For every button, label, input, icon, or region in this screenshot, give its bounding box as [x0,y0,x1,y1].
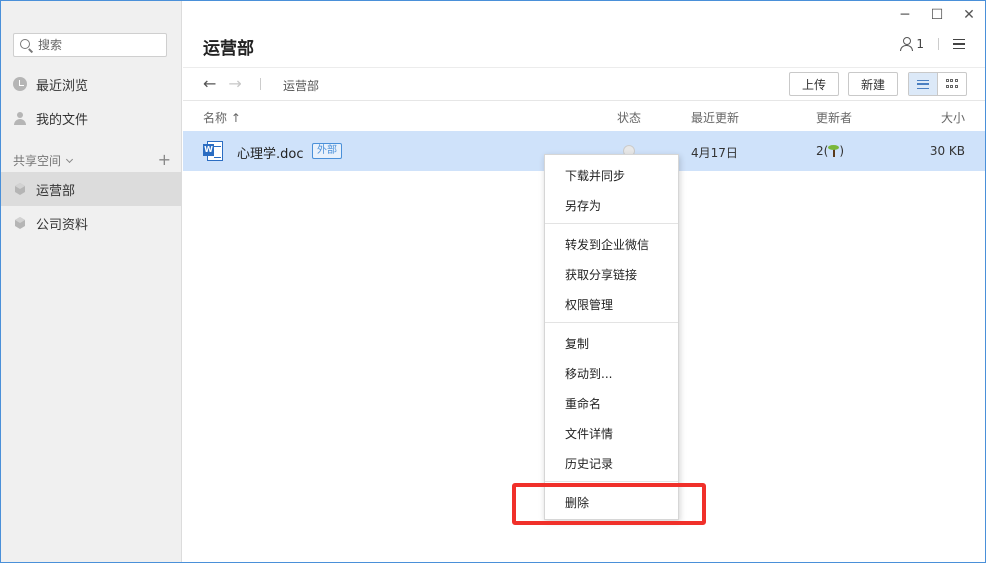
nav-arrows: ← → [203,74,261,93]
cube-icon [13,182,27,196]
external-badge: 外部 [312,143,342,159]
sidebar-item-recent[interactable]: 最近浏览 [1,67,182,101]
search-icon [20,38,33,52]
maximize-icon[interactable]: ☐ [929,7,945,23]
menu-item-copy[interactable]: 复制 [545,329,678,357]
list-view-button[interactable] [909,73,938,95]
window-controls: ─ ☐ ✕ [897,7,977,23]
user-icon [13,111,27,125]
column-header-updated[interactable]: 最近更新 [691,109,739,126]
clock-icon [13,77,27,91]
upload-button[interactable]: 上传 [789,72,839,96]
highlight-box [512,483,706,525]
column-header-name[interactable]: 名称 ↑ [203,109,241,126]
menu-divider [545,322,678,323]
list-icon [916,79,929,89]
grid-view-button[interactable] [938,73,966,95]
menu-item-history[interactable]: 历史记录 [545,449,678,477]
context-menu: 下载并同步 另存为 转发到企业微信 获取分享链接 权限管理 复制 移动到... … [544,154,679,520]
divider [183,67,985,68]
menu-icon[interactable] [953,39,965,49]
menu-item-file-details[interactable]: 文件详情 [545,419,678,447]
file-size: 30 KB [929,144,965,158]
new-button[interactable]: 新建 [848,72,898,96]
app-window: 最近浏览 我的文件 共享空间 + 运营部 公司资料 ─ ☐ ✕ 运营部 1 [0,0,986,563]
menu-item-share-link[interactable]: 获取分享链接 [545,260,678,288]
menu-item-save-as[interactable]: 另存为 [545,191,678,219]
minimize-icon[interactable]: ─ [897,7,913,23]
sidebar-item-space-company[interactable]: 公司资料 [1,206,182,240]
add-space-icon[interactable]: + [158,152,171,168]
menu-divider [545,223,678,224]
search-input[interactable] [38,38,158,52]
menu-item-forward-wecom[interactable]: 转发到企业微信 [545,230,678,258]
page-title: 运营部 [203,39,254,59]
view-toggle [908,72,967,96]
breadcrumb[interactable]: 运营部 [283,77,319,94]
cube-icon [13,216,27,230]
column-header-size[interactable]: 大小 [941,109,965,126]
grid-icon [945,79,958,89]
divider [259,77,261,90]
person-icon [900,37,914,51]
sidebar-item-label: 公司资料 [36,217,89,233]
sidebar-item-label: 运营部 [36,183,76,199]
menu-item-permissions[interactable]: 权限管理 [545,290,678,318]
table-header: 名称 ↑ 状态 最近更新 更新者 大小 [183,100,985,130]
updater: 2() [816,144,845,158]
menu-item-rename[interactable]: 重命名 [545,389,678,417]
menu-item-download-sync[interactable]: 下载并同步 [545,161,678,189]
close-icon[interactable]: ✕ [961,7,977,23]
shared-section-toggle[interactable]: 共享空间 [13,152,74,169]
menu-item-move-to[interactable]: 移动到... [545,359,678,387]
sidebar-item-my-files[interactable]: 我的文件 [1,101,182,135]
header-actions: 1 [900,37,965,51]
chevron-down-icon [65,155,74,163]
column-header-status[interactable]: 状态 [617,109,641,126]
forward-arrow-icon[interactable]: → [228,74,241,93]
column-header-updater[interactable]: 更新者 [816,109,852,126]
sidebar-item-space-operations[interactable]: 运营部 [1,172,182,206]
divider [938,38,939,50]
sprout-avatar-icon [828,145,840,157]
sidebar-item-label: 最近浏览 [36,78,89,94]
menu-divider [545,481,678,482]
back-arrow-icon[interactable]: ← [203,74,216,93]
sidebar-item-label: 我的文件 [36,112,89,128]
search-box[interactable] [13,33,167,57]
word-doc-icon: W [203,141,225,161]
updated-date: 4月17日 [691,146,738,160]
sidebar: 最近浏览 我的文件 共享空间 + 运营部 公司资料 [1,1,182,562]
file-name: 心理学.doc [237,147,304,162]
shared-section-header: 共享空间 + [13,151,171,169]
members-button[interactable]: 1 [900,37,924,51]
